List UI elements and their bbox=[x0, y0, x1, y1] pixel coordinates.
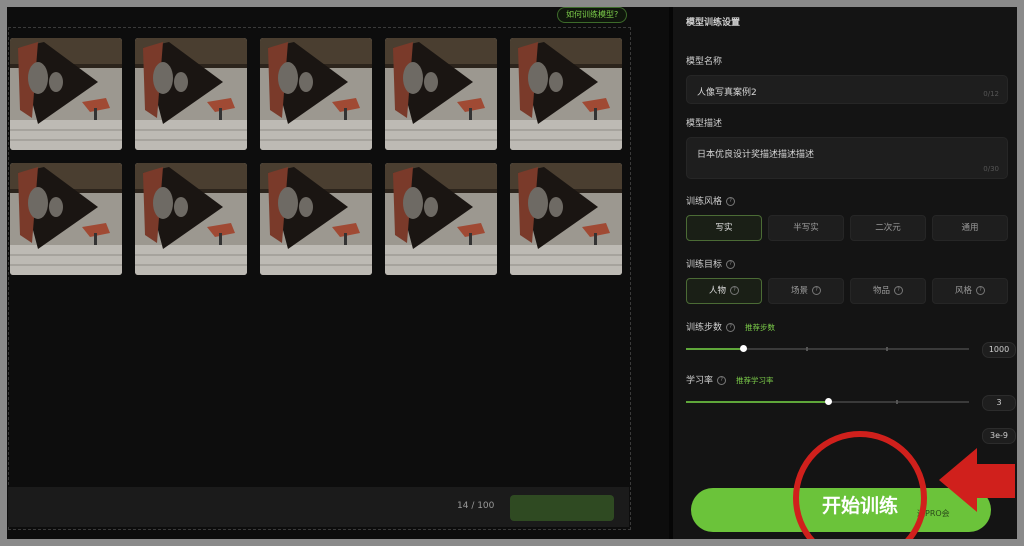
steps-slider-knob[interactable] bbox=[739, 345, 747, 352]
steps-slider-mark bbox=[886, 347, 888, 351]
model-desc-label: 模型描述 bbox=[686, 119, 723, 129]
style-option[interactable]: 二次元 bbox=[850, 215, 926, 241]
help-icon[interactable]: ? bbox=[730, 286, 739, 295]
style-option-label: 通用 bbox=[961, 223, 979, 233]
steps-slider-mark bbox=[806, 347, 808, 351]
model-name-value: 人像写真案例2 bbox=[697, 88, 757, 98]
steps-label: 训练步数? 推荐步数 bbox=[686, 320, 775, 333]
help-icon[interactable]: ? bbox=[726, 260, 736, 269]
help-icon[interactable]: ? bbox=[717, 376, 727, 385]
target-option-label: 人物 bbox=[708, 286, 726, 296]
image-thumbnail[interactable] bbox=[510, 163, 622, 275]
style-option-label: 写实 bbox=[715, 223, 733, 233]
help-icon[interactable]: ? bbox=[726, 323, 736, 332]
model-name-input[interactable]: 人像写真案例2 0/12 bbox=[686, 75, 1008, 104]
steps-label-text: 训练步数 bbox=[686, 323, 723, 333]
lr-slider-fill bbox=[686, 401, 828, 403]
model-desc-counter: 0/30 bbox=[983, 165, 999, 173]
style-option-label: 半写实 bbox=[793, 223, 819, 233]
image-thumbnail[interactable] bbox=[510, 38, 622, 150]
thumbnail-grid bbox=[10, 38, 630, 278]
target-option[interactable]: 风格? bbox=[932, 278, 1008, 304]
lr-label-text: 学习率 bbox=[686, 376, 714, 386]
model-name-label: 模型名称 bbox=[686, 57, 723, 67]
target-option[interactable]: 物品? bbox=[850, 278, 926, 304]
image-thumbnail[interactable] bbox=[260, 38, 372, 150]
image-count: 14 / 100 bbox=[457, 501, 495, 511]
steps-hint[interactable]: 推荐步数 bbox=[745, 323, 775, 332]
help-icon[interactable]: ? bbox=[812, 286, 821, 295]
target-label: 训练目标? bbox=[686, 257, 736, 270]
target-label-text: 训练目标 bbox=[686, 260, 723, 270]
start-training-label[interactable]: 开始训练 bbox=[793, 491, 927, 518]
model-desc-value: 日本优良设计奖描述描述描述 bbox=[697, 150, 815, 160]
model-desc-input[interactable]: 日本优良设计奖描述描述描述 0/30 bbox=[686, 137, 1008, 179]
image-upload-panel: 如何训练模型? 14 / 100 bbox=[7, 7, 669, 539]
pointer-arrow-icon bbox=[939, 448, 1015, 512]
style-option[interactable]: 通用 bbox=[932, 215, 1008, 241]
image-thumbnail[interactable] bbox=[385, 38, 497, 150]
model-name-counter: 0/12 bbox=[983, 90, 999, 98]
help-icon[interactable]: ? bbox=[726, 197, 736, 206]
lr-slider-knob[interactable] bbox=[824, 398, 832, 405]
image-thumbnail[interactable] bbox=[135, 163, 247, 275]
image-thumbnail[interactable] bbox=[10, 163, 122, 275]
lr-slider[interactable] bbox=[686, 398, 969, 405]
image-thumbnail[interactable] bbox=[10, 38, 122, 150]
style-label-text: 训练风格 bbox=[686, 197, 723, 207]
settings-title: 模型训练设置 bbox=[686, 18, 741, 28]
style-label: 训练风格? bbox=[686, 194, 736, 207]
image-thumbnail[interactable] bbox=[385, 163, 497, 275]
style-option[interactable]: 半写实 bbox=[768, 215, 844, 241]
help-icon[interactable]: ? bbox=[976, 286, 985, 295]
target-option[interactable]: 场景? bbox=[768, 278, 844, 304]
steps-slider[interactable] bbox=[686, 345, 969, 352]
lr-label: 学习率? 推荐学习率 bbox=[686, 373, 774, 386]
style-option-label: 二次元 bbox=[875, 223, 901, 233]
lr-value[interactable]: 3 bbox=[982, 395, 1016, 411]
steps-slider-fill bbox=[686, 348, 743, 350]
image-thumbnail[interactable] bbox=[135, 38, 247, 150]
target-option[interactable]: 人物? bbox=[686, 278, 762, 304]
lr-exponent[interactable]: 3e-9 bbox=[982, 428, 1016, 444]
target-option-label: 风格 bbox=[954, 286, 972, 296]
lr-hint[interactable]: 推荐学习率 bbox=[736, 376, 774, 385]
how-to-train-link[interactable]: 如何训练模型? bbox=[557, 7, 628, 23]
help-icon[interactable]: ? bbox=[894, 286, 903, 295]
target-option-label: 场景 bbox=[790, 286, 808, 296]
target-option-label: 物品 bbox=[872, 286, 890, 296]
style-option[interactable]: 写实 bbox=[686, 215, 762, 241]
steps-value[interactable]: 1000 bbox=[982, 342, 1016, 358]
lr-slider-mark bbox=[896, 400, 898, 404]
next-step-button[interactable] bbox=[510, 495, 614, 521]
app-window: 如何训练模型? 14 / 100 模型训练设置 模型名称 人像写真案例2 0/1… bbox=[7, 7, 1017, 539]
image-thumbnail[interactable] bbox=[260, 163, 372, 275]
